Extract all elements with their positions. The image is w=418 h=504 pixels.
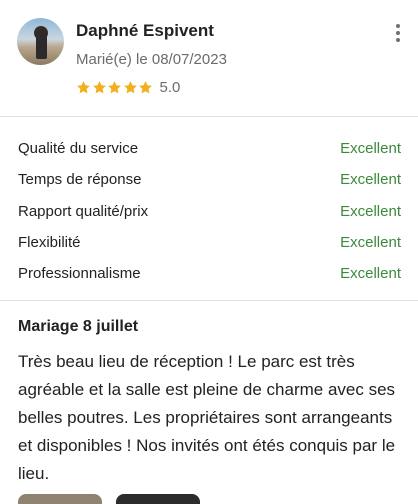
dot [396, 31, 400, 35]
star-icon [92, 81, 106, 94]
divider [0, 300, 418, 301]
score-row: Rapport qualité/prix Excellent [0, 195, 418, 226]
score-row: Temps de réponse Excellent [0, 163, 418, 194]
score-value: Excellent [340, 140, 401, 157]
star-icon [139, 81, 152, 94]
rating-value: 5.0 [159, 79, 181, 96]
score-label: Temps de réponse [18, 171, 142, 189]
score-value: Excellent [340, 171, 401, 189]
score-list: Qualité du service Excellent Temps de ré… [0, 132, 418, 288]
review-header: Daphné Espivent Marié(e) le 08/07/2023 5… [0, 0, 418, 116]
score-row: Professionnalisme Excellent [0, 257, 418, 288]
score-label: Qualité du service [18, 140, 139, 157]
review-photo[interactable] [116, 494, 200, 504]
author-name[interactable]: Daphné Espivent [76, 21, 214, 41]
avatar-figure [36, 29, 47, 59]
review-title: Mariage 8 juillet [18, 318, 139, 335]
score-label: Rapport qualité/prix [18, 202, 149, 220]
dot [396, 24, 400, 28]
score-value: Excellent [340, 202, 401, 220]
score-value: Excellent [340, 233, 401, 251]
more-options-icon[interactable] [392, 24, 404, 42]
divider [0, 116, 418, 117]
star-icon [123, 81, 137, 94]
review-photo[interactable] [18, 494, 102, 504]
star-icon [108, 81, 121, 94]
star-icon [77, 81, 90, 94]
review-body: Très beau lieu de réception ! Le parc es… [18, 352, 396, 483]
score-value: Excellent [340, 265, 401, 283]
star-rating: 5.0 [76, 79, 180, 96]
photo-strip [18, 494, 200, 504]
score-label: Professionnalisme [18, 265, 141, 283]
married-date: Marié(e) le 08/07/2023 [76, 51, 227, 68]
score-row: Flexibilité Excellent [0, 226, 418, 257]
score-row: Qualité du service Excellent [0, 132, 418, 163]
avatar[interactable] [17, 18, 64, 65]
dot [396, 38, 400, 42]
score-label: Flexibilité [18, 233, 81, 251]
